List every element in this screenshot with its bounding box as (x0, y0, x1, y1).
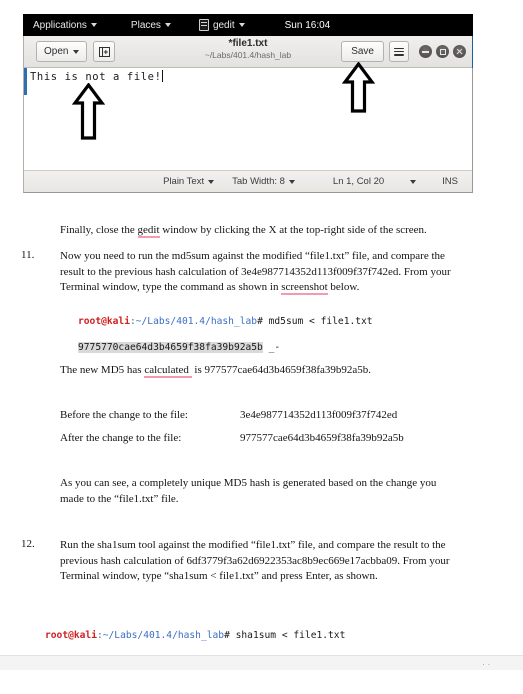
terminal-prompt-user: root@kali (45, 630, 97, 641)
comparison-after-value: 977577cae64d3b4659f38fa39b92a5b (240, 432, 404, 444)
unique-note-line-2: made to the “file1.txt” file. (60, 492, 179, 505)
chevron-down-icon (208, 179, 215, 184)
terminal-prompt-path: :~/Labs/401.4/hash_lab (96, 630, 225, 641)
annotation-arrow-editor (71, 82, 106, 146)
insert-mode-label: INS (442, 176, 458, 187)
applications-menu-label: Applications (33, 19, 87, 31)
clock[interactable]: Sun 16:04 (285, 20, 331, 31)
gedit-statusbar: Plain Text Tab Width: 8 Ln 1, Col 20 INS (24, 170, 472, 192)
step-12-line-1: Run the sha1sum tool against the modifie… (60, 539, 446, 551)
close-icon[interactable] (453, 45, 466, 58)
terminal-sha1-command: # sha1sum < file1.txt (224, 630, 346, 641)
step-11-line-2: result to the previous hash calculation … (60, 265, 451, 278)
comparison-row-before: Before the change to the file: 3e4e987714… (60, 409, 397, 421)
step-12-line-2: previous hash calculation of 6df3779f3a6… (60, 554, 450, 567)
step-12-number: 12. (21, 538, 35, 550)
editor-left-accent (24, 68, 27, 95)
terminal-md5-command-line: root@kali:~/Labs/401.4/hash_lab# md5sum … (78, 315, 373, 328)
terminal-prompt-user: root@kali (78, 316, 130, 327)
step-12-paragraph: Run the sha1sum tool against the modifie… (60, 538, 485, 585)
editor-text-value: This is not a file! (30, 71, 162, 83)
gedit-headerbar: Open *file1.txt ~/Labs/401.4/hash_lab Sa… (24, 36, 472, 68)
page-footer-strip: .. (0, 655, 523, 670)
menu-button[interactable] (389, 41, 409, 62)
new-md5-spell-word: calculated (144, 364, 189, 378)
language-label: Plain Text (163, 176, 205, 187)
cursor-position: Ln 1, Col 20 (333, 176, 384, 187)
places-menu-label: Places (130, 19, 161, 31)
intro-part-a: Finally, close the (60, 224, 138, 236)
step-11-number: 11. (21, 249, 35, 261)
headerbar-right-controls: Save (341, 41, 466, 62)
active-application-label: gedit (212, 19, 235, 31)
editor-content-line: This is not a file! (30, 70, 163, 83)
unique-note-line-1: As you can see, a completely unique MD5 … (60, 477, 437, 489)
new-tab-icon (98, 46, 110, 57)
window-controls (419, 45, 466, 58)
chevron-down-icon (288, 179, 295, 184)
terminal-md5-output-suffix: _- (262, 342, 281, 353)
terminal-md5-output-hash: 9775770cae64d3b4659f38fa39b92a5b (78, 342, 263, 353)
comparison-after-label: After the change to the file: (60, 432, 182, 444)
applications-menu[interactable]: Applications (33, 20, 97, 31)
minimize-icon[interactable] (419, 45, 432, 58)
insert-mode-indicator[interactable]: INS (442, 176, 458, 187)
chevron-down-icon (410, 179, 417, 184)
cursor-position-label: Ln 1, Col 20 (332, 176, 385, 187)
step-11-line-1: Now you need to run the md5sum against t… (60, 250, 445, 262)
step-11-paragraph: Now you need to run the md5sum against t… (60, 249, 485, 296)
unique-note-paragraph: As you can see, a completely unique MD5 … (60, 476, 485, 507)
gnome-top-bar: Applications Places gedit Sun 16:04 (23, 14, 473, 36)
intro-paragraph: Finally, close the gedit window by click… (60, 223, 485, 239)
tab-width-label: Tab Width: 8 (232, 176, 285, 187)
save-button[interactable]: Save (341, 41, 384, 62)
footer-dots: .. (482, 658, 493, 667)
hamburger-icon (394, 47, 404, 56)
terminal-md5-output-line: 9775770cae64d3b4659f38fa39b92a5b _- (78, 341, 373, 354)
intro-part-b: window by clicking the X at the top-righ… (159, 224, 427, 236)
maximize-icon[interactable] (436, 45, 449, 58)
language-selector[interactable]: Plain Text (163, 176, 215, 187)
intro-spell-word: gedit (137, 224, 160, 238)
new-md5-part-b: is 977577cae64d3b4659f38fa39b92a5b. (191, 364, 371, 376)
new-tab-button[interactable] (93, 41, 116, 62)
gedit-icon (198, 19, 209, 31)
step-11-line-3-a: Terminal window, type the command as sho… (60, 281, 282, 293)
text-caret (161, 70, 163, 82)
terminal-prompt-path: :~/Labs/401.4/hash_lab (129, 316, 258, 327)
chevron-down-icon (73, 49, 80, 54)
chevron-down-icon (90, 23, 97, 27)
new-md5-paragraph: The new MD5 has calculated is 977577cae6… (60, 363, 485, 379)
up-arrow-icon (71, 82, 106, 140)
step-11-spell-word: screenshot (281, 281, 328, 295)
places-menu[interactable]: Places (131, 20, 171, 31)
step-11-line-3-b: below. (327, 281, 360, 293)
up-arrow-icon (341, 61, 376, 113)
step-12-line-3: Terminal window, type “sha1sum < file1.t… (60, 570, 378, 582)
comparison-before-label: Before the change to the file: (60, 409, 188, 421)
open-button[interactable]: Open (36, 41, 88, 62)
chevron-down-icon (238, 23, 245, 27)
active-application-menu[interactable]: gedit (198, 19, 245, 31)
position-dropdown[interactable] (410, 179, 417, 184)
save-button-label: Save (351, 46, 374, 57)
open-button-label: Open (44, 46, 69, 57)
comparison-row-after: After the change to the file: 977577cae64… (60, 432, 404, 444)
annotation-arrow-save (341, 61, 376, 119)
tab-width-selector[interactable]: Tab Width: 8 (232, 176, 295, 187)
step-11-line-3: Terminal window, type the command as sho… (60, 280, 485, 296)
terminal-sha1-command-line: root@kali:~/Labs/401.4/hash_lab# sha1sum… (45, 629, 345, 642)
comparison-before-value: 3e4e987714352d113f009f37f742ed (240, 409, 398, 421)
terminal-md5-command: # md5sum < file1.txt (257, 316, 373, 327)
new-md5-part-a: The new MD5 has (60, 364, 145, 376)
chevron-down-icon (164, 23, 171, 27)
